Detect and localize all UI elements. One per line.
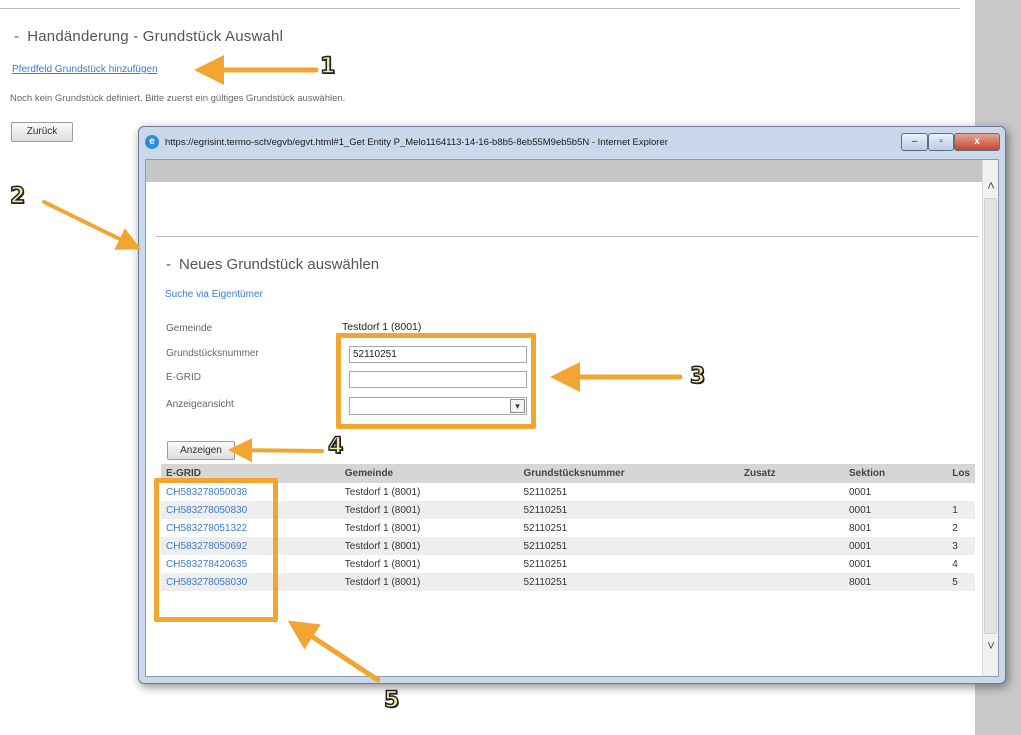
- table-cell: [947, 483, 975, 501]
- results-table: E-GRID Gemeinde Grundstücksnummer Zusatz…: [161, 464, 975, 591]
- popup-content: ˄ ˅ - Neues Grundstück auswählen Suche vi…: [145, 159, 999, 677]
- egrid-label: E-GRID: [166, 372, 201, 383]
- column-header[interactable]: E-GRID: [161, 464, 340, 483]
- table-cell: 5: [947, 573, 975, 591]
- table-cell: 52110251: [523, 558, 568, 570]
- table-cell: [738, 537, 844, 555]
- anzeigeansicht-select[interactable]: ▾: [349, 397, 527, 415]
- window-titlebar[interactable]: e https://egrisint.termo-sch/egvb/egvt.h…: [139, 127, 1005, 159]
- table-cell: 0001: [844, 501, 948, 519]
- internet-explorer-icon: e: [145, 135, 159, 149]
- table-header-row: E-GRID Gemeinde Grundstücksnummer Zusatz…: [161, 464, 975, 483]
- table-cell: 0001: [849, 486, 872, 498]
- search-by-owner-link[interactable]: Suche via Eigentümer: [165, 289, 263, 300]
- ie-popup-window: e https://egrisint.termo-sch/egvb/egvt.h…: [138, 126, 1006, 684]
- column-header[interactable]: Gemeinde: [339, 464, 519, 483]
- info-message: Noch kein Grundstück definiert. Bitte zu…: [10, 93, 346, 104]
- table-row: CH583278050038 Testdorf 1 (8001) 5211025…: [161, 483, 975, 501]
- table-row: CH583278050830 Testdorf 1 (8001) 5211025…: [161, 501, 975, 519]
- egrid-link[interactable]: CH583278050692: [166, 541, 247, 552]
- arrow-2: [42, 200, 142, 250]
- scroll-up-icon[interactable]: ˄: [984, 178, 998, 194]
- chevron-down-icon[interactable]: ▾: [510, 399, 525, 413]
- table-cell: 8001: [844, 573, 948, 591]
- table-cell: 8001: [849, 522, 872, 534]
- table-cell: Testdorf 1 (8001): [344, 486, 421, 498]
- table-cell: [739, 555, 844, 573]
- gemeinde-value: Testdorf 1 (8001): [342, 321, 422, 333]
- table-cell: Testdorf 1 (8001): [344, 558, 421, 570]
- table-cell: 4: [952, 558, 958, 570]
- annotation-number-1: 1: [319, 53, 336, 80]
- column-header[interactable]: Zusatz: [738, 464, 844, 483]
- scroll-down-icon[interactable]: ˅: [984, 638, 998, 654]
- section-title: - Neues Grundstück auswählen: [166, 256, 379, 273]
- table-cell: 52110251: [518, 573, 739, 591]
- table-cell: [739, 519, 844, 537]
- page-title: - Handänderung - Grundstück Auswahl: [14, 28, 283, 45]
- egrid-input[interactable]: [349, 371, 527, 388]
- column-header[interactable]: Los: [947, 464, 975, 483]
- table-cell: Testdorf 1 (8001): [344, 522, 421, 534]
- gemeinde-label: Gemeinde: [166, 323, 213, 334]
- table-cell: Testdorf 1 (8001): [339, 573, 519, 591]
- top-divider: [0, 8, 960, 9]
- egrid-link[interactable]: CH583278058030: [166, 577, 247, 588]
- annotation-number-5: 5: [383, 687, 400, 714]
- table-cell: 52110251: [518, 501, 739, 519]
- table-row: CH583278050692 Testdorf 1 (8001) 5211025…: [161, 537, 975, 555]
- table-cell: [738, 573, 844, 591]
- table-cell: 52110251: [523, 522, 568, 534]
- table-cell: 52110251: [523, 486, 568, 498]
- section-divider: [156, 236, 978, 237]
- page-title-text: Handänderung - Grundstück Auswahl: [27, 28, 284, 45]
- back-button[interactable]: Zurück: [11, 122, 73, 142]
- anzeigeansicht-label: Anzeigeansicht: [166, 399, 234, 410]
- table-row: CH583278420635 Testdorf 1 (8001) 5211025…: [161, 555, 975, 573]
- grundstuecksnummer-input[interactable]: [349, 346, 527, 363]
- annotation-number-2: 2: [9, 183, 26, 210]
- grundstuecksnummer-label: Grundstücksnummer: [166, 348, 259, 359]
- column-header[interactable]: Sektion: [844, 464, 948, 483]
- close-button[interactable]: x: [954, 133, 1000, 151]
- table-row: CH583278051322 Testdorf 1 (8001) 5211025…: [161, 519, 975, 537]
- table-cell: [739, 483, 844, 501]
- table-row: CH583278058030 Testdorf 1 (8001) 5211025…: [161, 573, 975, 591]
- minimize-button[interactable]: –: [901, 133, 928, 151]
- table-cell: 0001: [844, 537, 948, 555]
- egrid-link[interactable]: CH583278051322: [166, 523, 247, 534]
- table-cell: 1: [947, 501, 975, 519]
- table-cell: Testdorf 1 (8001): [339, 537, 519, 555]
- window-title: https://egrisint.termo-sch/egvb/egvt.htm…: [165, 137, 668, 148]
- table-cell: Testdorf 1 (8001): [339, 501, 519, 519]
- table-cell: 3: [947, 537, 975, 555]
- table-cell: 52110251: [518, 537, 739, 555]
- anzeigen-button[interactable]: Anzeigen: [167, 441, 235, 460]
- vertical-scrollbar[interactable]: ˄ ˅: [982, 160, 998, 676]
- content-header-band: [146, 160, 982, 182]
- collapse-icon[interactable]: -: [14, 28, 19, 45]
- egrid-link[interactable]: CH583278050830: [166, 505, 247, 516]
- maximize-button[interactable]: ▫: [928, 133, 954, 151]
- table-cell: 2: [952, 522, 958, 534]
- add-parcel-link[interactable]: Pferdfeld Grundstück hinzufügen: [12, 64, 158, 75]
- column-header[interactable]: Grundstücksnummer: [518, 464, 739, 483]
- scroll-thumb[interactable]: [984, 198, 997, 634]
- table-cell: [738, 501, 844, 519]
- egrid-link[interactable]: CH583278050038: [166, 487, 247, 498]
- egrid-link[interactable]: CH583278420635: [166, 559, 247, 570]
- section-title-text: Neues Grundstück auswählen: [179, 256, 380, 273]
- table-cell: 0001: [849, 558, 872, 570]
- collapse-icon[interactable]: -: [166, 256, 171, 273]
